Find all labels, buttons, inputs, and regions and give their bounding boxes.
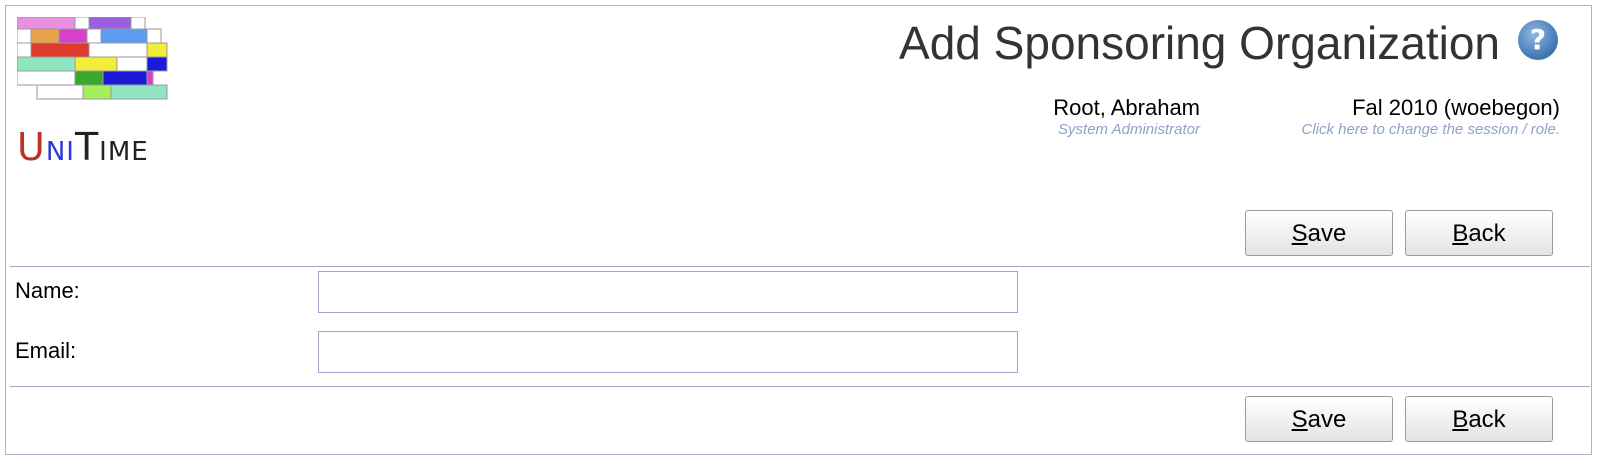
user-info[interactable]: Root, Abraham System Administrator xyxy=(1053,95,1200,138)
back-button-bottom[interactable]: Back xyxy=(1405,396,1553,442)
session-hint: Click here to change the session / role. xyxy=(1301,121,1560,138)
unitime-logo[interactable]: UNITIME xyxy=(17,17,173,175)
user-role: System Administrator xyxy=(1058,121,1200,138)
name-input[interactable] xyxy=(318,271,1018,313)
session-info[interactable]: Fal 2010 (woebegon) Click here to change… xyxy=(1302,95,1560,138)
logo-wordmark: UNITIME xyxy=(17,125,149,169)
user-name: Root, Abraham xyxy=(1053,95,1200,120)
logo-grid-icon xyxy=(17,17,168,100)
page-title: Add Sponsoring Organization xyxy=(899,17,1500,69)
email-label: Email: xyxy=(15,338,77,363)
name-label: Name: xyxy=(15,278,80,303)
session-name: Fal 2010 (woebegon) xyxy=(1352,95,1560,120)
save-button-top[interactable]: Save xyxy=(1245,210,1393,256)
email-input[interactable] xyxy=(318,331,1018,373)
help-icon[interactable]: ? xyxy=(1518,20,1558,60)
divider-bottom xyxy=(10,386,1590,387)
save-button-bottom[interactable]: Save xyxy=(1245,396,1393,442)
divider-top xyxy=(10,266,1590,267)
page-title-wrap: Add Sponsoring Organization xyxy=(899,16,1500,70)
back-button-top[interactable]: Back xyxy=(1405,210,1553,256)
